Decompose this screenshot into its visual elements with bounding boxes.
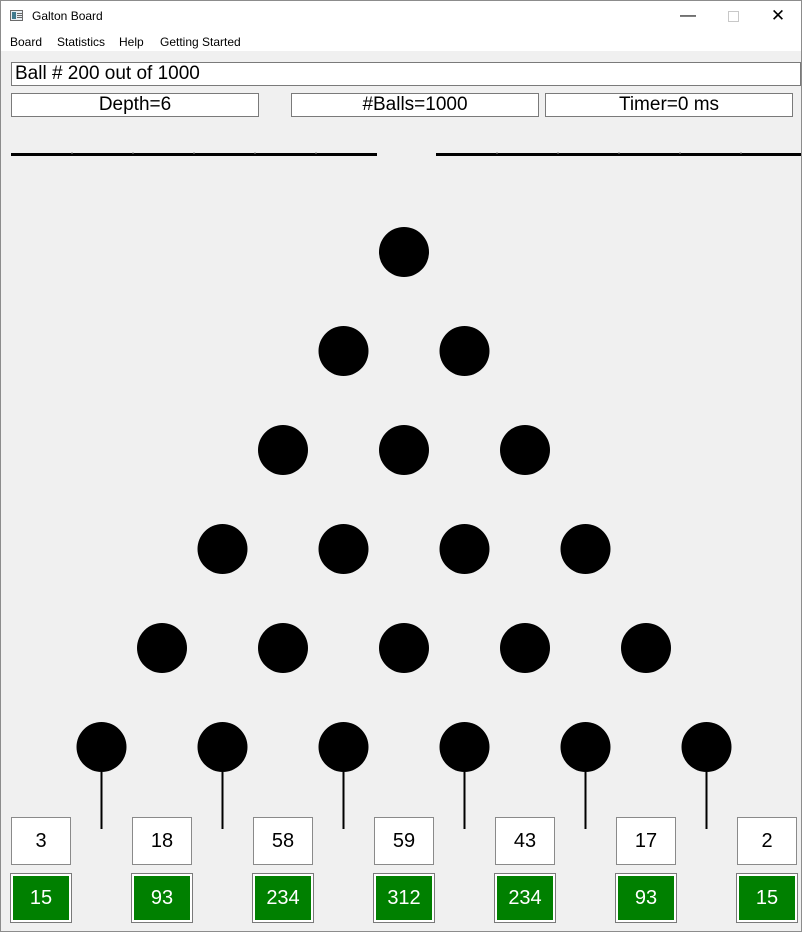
galton-board [11, 152, 801, 829]
bin-count: 59 [374, 817, 434, 865]
peg [258, 425, 308, 475]
peg [318, 326, 369, 376]
peg [500, 623, 550, 673]
bin-count: 17 [616, 817, 676, 865]
peg [137, 623, 187, 673]
peg [379, 425, 429, 475]
peg [197, 722, 248, 772]
peg [439, 722, 490, 772]
bin-count: 2 [737, 817, 797, 865]
peg [439, 524, 490, 574]
bin-expected: 15 [736, 873, 798, 923]
peg [318, 722, 369, 772]
peg [379, 227, 429, 277]
bin-expected: 93 [131, 873, 193, 923]
bin-count: 58 [253, 817, 313, 865]
bin-expected: 312 [373, 873, 435, 923]
bin-expected: 15 [10, 873, 72, 923]
bin-count: 18 [132, 817, 192, 865]
bin-expected: 234 [494, 873, 556, 923]
bin-count: 3 [11, 817, 71, 865]
bin-expected: 93 [615, 873, 677, 923]
peg [500, 425, 550, 475]
bin-count: 43 [495, 817, 555, 865]
peg-field [76, 227, 732, 772]
peg [560, 524, 611, 574]
peg [197, 524, 248, 574]
peg [76, 722, 127, 772]
peg [379, 623, 429, 673]
app-window: Galton Board — ✕ Board Statistics Help G… [0, 0, 802, 932]
peg [318, 524, 369, 574]
peg [439, 326, 490, 376]
bin-expected: 234 [252, 873, 314, 923]
peg [258, 623, 308, 673]
peg [560, 722, 611, 772]
peg [681, 722, 732, 772]
peg [621, 623, 671, 673]
